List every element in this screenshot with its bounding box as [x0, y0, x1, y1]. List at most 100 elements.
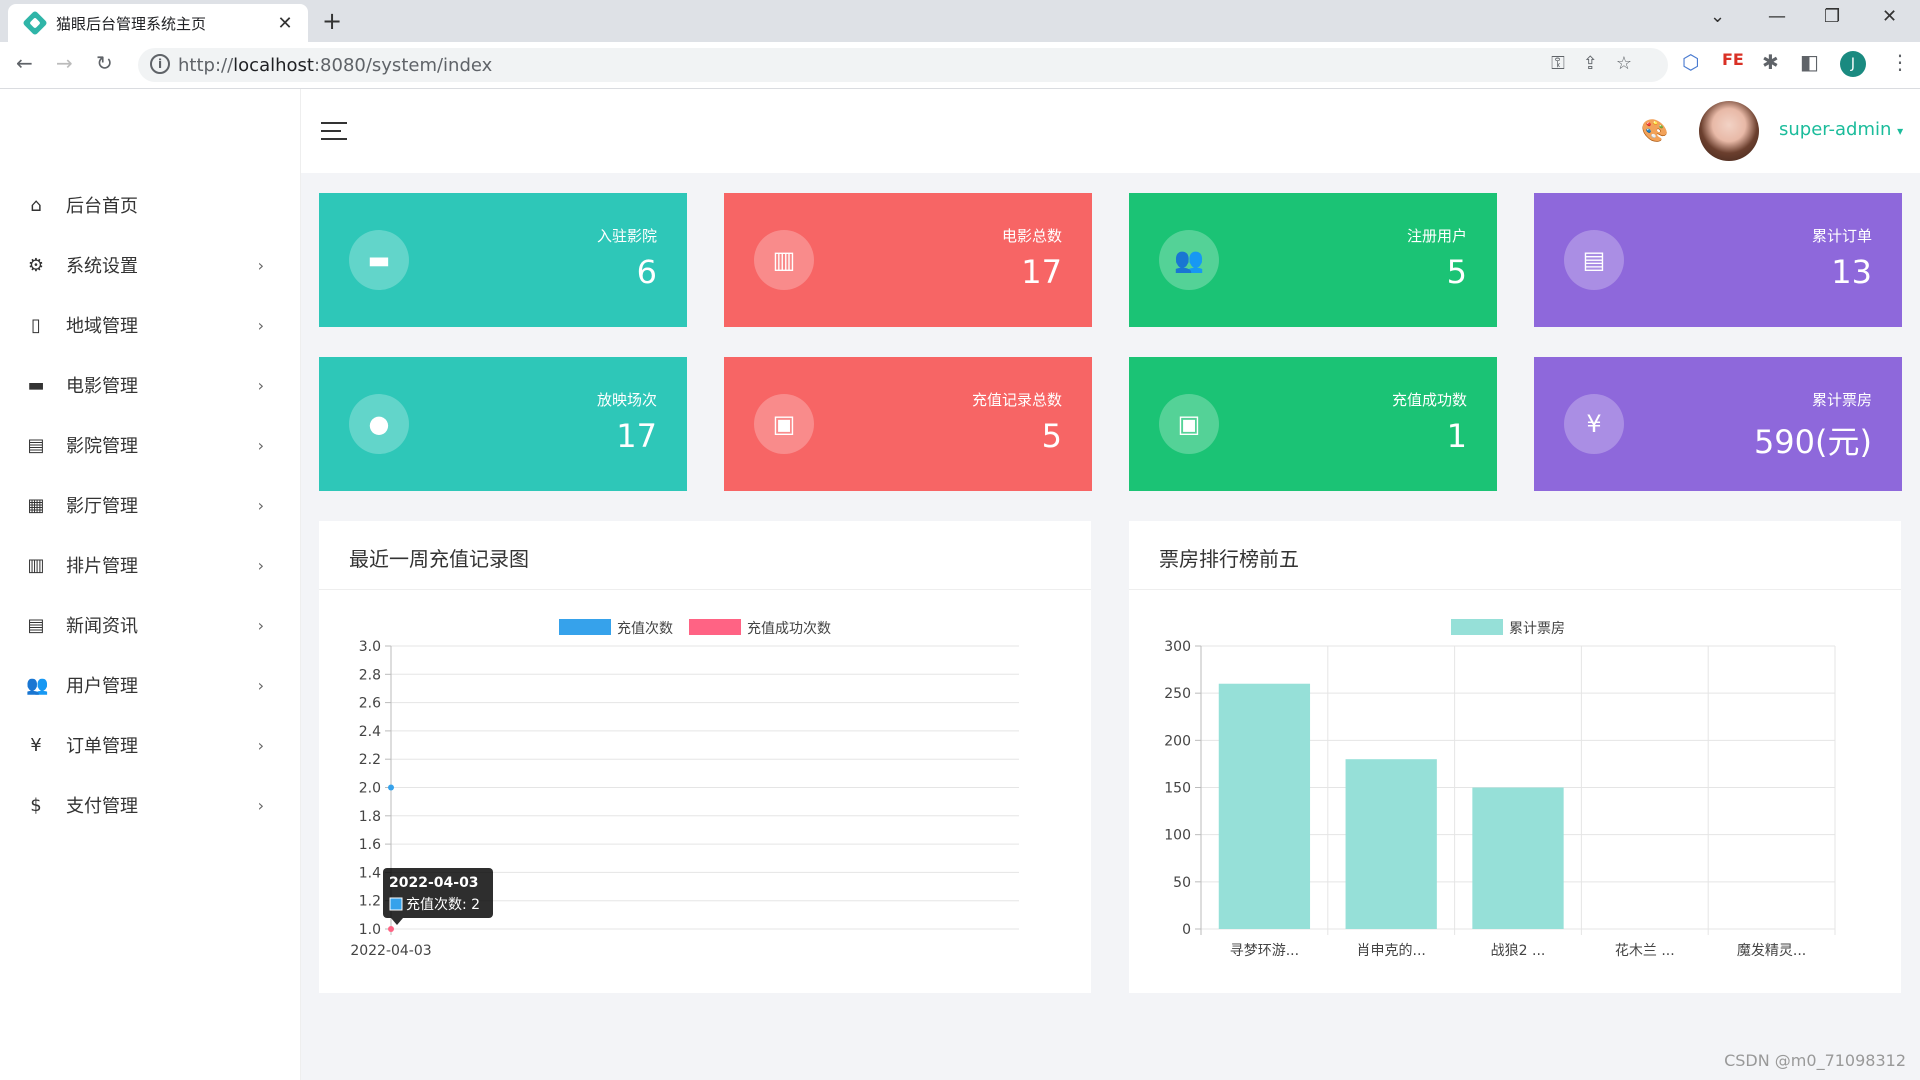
sidebar-item-0[interactable]: ⌂ 后台首页 — [0, 175, 300, 235]
recharge-chart-panel: 最近一周充值记录图 充值次数 充值成功次数 3.0 2.8 2.6 2.4 2.2 2.0 1.… — [319, 521, 1091, 993]
legend-label[interactable]: 累计票房 — [1509, 621, 1565, 637]
gear-icon: ⚙ — [27, 254, 45, 276]
sidebar-item-10[interactable]: $ 支付管理 › — [0, 775, 300, 835]
reload-icon[interactable]: ↻ — [96, 51, 113, 75]
line-point-0[interactable] — [388, 784, 394, 791]
stat-label: 电影总数 — [1001, 227, 1062, 245]
restore-icon[interactable]: ❐ — [1824, 6, 1840, 27]
stat-value: 590(元) — [1753, 423, 1872, 461]
y-tick-label: 1.2 — [359, 894, 381, 910]
sidebar-item-1[interactable]: ⚙ 系统设置 › — [0, 235, 300, 295]
lightbulb-icon: ● — [349, 394, 409, 454]
stat-value: 1 — [1446, 417, 1467, 455]
forward-icon[interactable]: → — [56, 51, 73, 75]
sidebar-item-label: 新闻资讯 — [66, 616, 138, 637]
url-bar[interactable]: i http://localhost:8080/system/index ⚿⇪☆ — [138, 48, 1668, 82]
new-tab-icon[interactable]: + — [322, 7, 342, 35]
sidebar-item-2[interactable]: ▯ 地域管理 › — [0, 295, 300, 355]
sidebar: ⌂ 后台首页 ⚙ 系统设置 › ▯ 地域管理 › ▬ 电影管理 › ▤ 影院管理 › ▦ 影厅管理 › ▥ 排片管理… — [0, 89, 301, 1080]
top-header: 🎨 super-admin ▾ — [301, 89, 1920, 173]
bar[interactable] — [1472, 787, 1564, 930]
back-icon[interactable]: ← — [16, 51, 33, 75]
sidebar-item-3[interactable]: ▬ 电影管理 › — [0, 355, 300, 415]
y-tick-label: 2.6 — [359, 696, 381, 712]
boxoffice-chart-panel: 票房排行榜前五 累计票房 300 250 200 150 100 50 0 寻梦环游... 肖申克… — [1129, 521, 1901, 993]
share-icon[interactable]: ⇪ — [1583, 53, 1616, 74]
y-tick-label: 1.8 — [359, 809, 381, 825]
users-icon: 👥 — [1159, 230, 1219, 290]
stat-card: ▥ 电影总数 17 — [724, 193, 1092, 327]
extension-fe-icon[interactable]: FE — [1722, 50, 1744, 69]
sidebar-item-label: 电影管理 — [66, 376, 138, 397]
tab-search-icon[interactable]: ⌄ — [1710, 6, 1725, 27]
sidebar-item-4[interactable]: ▤ 影院管理 › — [0, 415, 300, 475]
stat-value: 5 — [1041, 417, 1062, 455]
stat-card: ▬ 入驻影院 6 — [319, 193, 687, 327]
extension-hex-icon[interactable]: ⬡ — [1682, 50, 1699, 74]
hamburger-menu-icon[interactable] — [321, 122, 347, 140]
chevron-right-icon: › — [257, 615, 264, 635]
side-panel-icon[interactable]: ◧ — [1800, 50, 1819, 74]
bar[interactable] — [1218, 683, 1311, 929]
sidebar-item-7[interactable]: ▤ 新闻资讯 › — [0, 595, 300, 655]
url-text[interactable]: http://localhost:8080/system/index — [178, 55, 492, 76]
x-tick-label: 战狼2 ... — [1491, 943, 1546, 959]
bookmark-star-icon[interactable]: ☆ — [1616, 53, 1650, 74]
chart-tooltip: 2022-04-03 充值次数: 2 — [383, 868, 493, 925]
clapperboard-icon: ▬ — [349, 230, 409, 290]
y-tick-label: 2.2 — [359, 752, 381, 768]
legend-swatch[interactable] — [689, 619, 741, 635]
stat-card: 👥 注册用户 5 — [1129, 193, 1497, 327]
bar[interactable] — [1345, 759, 1437, 929]
yen-icon: ¥ — [1564, 394, 1624, 454]
news-icon: ▤ — [27, 614, 45, 636]
key-icon[interactable]: ⚿ — [1551, 53, 1583, 74]
address-bar-row: ← → ↻ i http://localhost:8080/system/ind… — [0, 42, 1920, 89]
stat-card: ▤ 累计订单 13 — [1534, 193, 1902, 327]
sidebar-item-6[interactable]: ▥ 排片管理 › — [0, 535, 300, 595]
stat-label: 累计订单 — [1811, 227, 1872, 245]
browser-menu-icon[interactable]: ⋮ — [1890, 50, 1910, 74]
boxoffice-bar-chart: 累计票房 300 250 200 150 100 50 0 寻梦环游... 肖申克的... 战狼2 … — [1164, 619, 1836, 959]
y-tick-label: 1.0 — [359, 922, 381, 938]
sidebar-item-5[interactable]: ▦ 影厅管理 › — [0, 475, 300, 535]
store-icon: ▤ — [27, 434, 45, 456]
y-tick-label: 2.0 — [359, 781, 381, 797]
legend-label[interactable]: 充值成功次数 — [747, 621, 831, 637]
username-dropdown[interactable]: super-admin ▾ — [1779, 119, 1903, 140]
x-tick-label: 肖申克的... — [1357, 943, 1426, 959]
home-icon: ⌂ — [30, 194, 42, 216]
y-tick-label: 1.4 — [359, 865, 381, 881]
site-info-icon[interactable]: i — [150, 54, 170, 74]
avatar[interactable] — [1699, 101, 1759, 161]
x-tick-label: 2022-04-03 — [350, 943, 431, 959]
sidebar-item-label: 后台首页 — [66, 196, 138, 217]
palette-icon[interactable]: 🎨 — [1641, 119, 1668, 144]
tab-close-icon[interactable]: ✕ — [272, 13, 298, 34]
chevron-right-icon: › — [257, 555, 264, 575]
line-point-1[interactable] — [388, 926, 394, 932]
money-icon: ▣ — [1159, 394, 1219, 454]
sidebar-item-9[interactable]: ¥ 订单管理 › — [0, 715, 300, 775]
close-window-icon[interactable]: ✕ — [1882, 6, 1897, 27]
sidebar-menu: ⌂ 后台首页 ⚙ 系统设置 › ▯ 地域管理 › ▬ 电影管理 › ▤ 影院管理 › ▦ 影厅管理 › ▥ 排片管理… — [0, 175, 300, 835]
browser-tab[interactable]: 猫眼后台管理系统主页 ✕ — [8, 4, 308, 42]
stat-label: 注册用户 — [1406, 227, 1467, 245]
y-tick-label: 50 — [1173, 875, 1191, 891]
chevron-right-icon: › — [257, 495, 264, 515]
sidebar-item-label: 排片管理 — [66, 556, 138, 577]
stat-value: 17 — [1021, 253, 1062, 291]
minimize-icon[interactable]: — — [1768, 6, 1786, 27]
tooltip-title: 2022-04-03 — [389, 875, 479, 891]
site-favicon-icon — [22, 10, 48, 36]
yen-icon: ¥ — [30, 734, 42, 756]
profile-avatar-icon[interactable]: J — [1840, 51, 1866, 77]
legend-swatch[interactable] — [1451, 619, 1503, 635]
y-tick-label: 150 — [1164, 781, 1191, 797]
extensions-puzzle-icon[interactable]: ✱ — [1762, 50, 1779, 74]
sidebar-item-8[interactable]: 👥 用户管理 › — [0, 655, 300, 715]
sidebar-item-label: 订单管理 — [66, 736, 138, 757]
legend-swatch[interactable] — [559, 619, 611, 635]
x-tick-label: 寻梦环游... — [1230, 943, 1299, 959]
legend-label[interactable]: 充值次数 — [617, 621, 673, 637]
